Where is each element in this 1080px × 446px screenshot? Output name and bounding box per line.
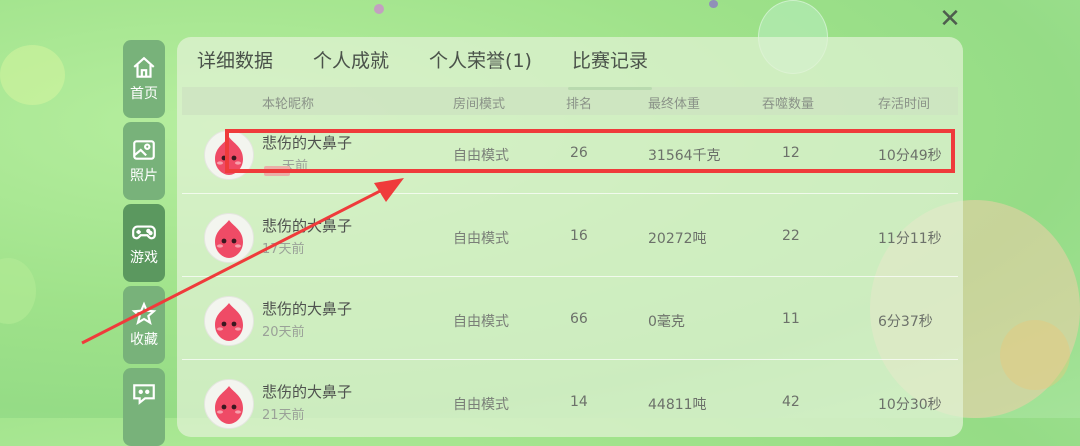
row-divider bbox=[182, 193, 958, 194]
header-room-mode: 房间模式 bbox=[453, 97, 506, 112]
row-weight: 44811吨 bbox=[648, 397, 707, 413]
row-mode: 自由模式 bbox=[453, 314, 509, 330]
close-icon[interactable]: ✕ bbox=[934, 6, 966, 32]
header-nickname: 本轮昵称 bbox=[262, 97, 315, 112]
row-days-ago: 17天前 bbox=[262, 242, 305, 257]
row-mode: 自由模式 bbox=[453, 397, 509, 413]
row-nickname: 悲伤的大鼻子 bbox=[262, 217, 353, 235]
row-time: 6分37秒 bbox=[878, 314, 933, 330]
row-time: 11分11秒 bbox=[878, 231, 942, 247]
tab-honors[interactable]: 个人荣誉(1) bbox=[429, 49, 532, 83]
tab-bar: 详细数据 个人成就 个人荣誉(1) 比赛记录 bbox=[197, 49, 688, 90]
header-eat-count: 吞噬数量 bbox=[762, 97, 815, 112]
row-mode: 自由模式 bbox=[453, 231, 509, 247]
gamepad-icon bbox=[132, 225, 156, 240]
row-eat-count: 11 bbox=[782, 311, 800, 327]
row-rank: 66 bbox=[570, 311, 588, 327]
sidebar-item-label: 首页 bbox=[130, 86, 158, 102]
bg-bubble bbox=[0, 258, 36, 324]
row-time: 10分30秒 bbox=[878, 397, 942, 413]
sidebar-item-home[interactable]: 首页 bbox=[123, 40, 165, 118]
tab-match-records[interactable]: 比赛记录 bbox=[567, 49, 652, 90]
avatar bbox=[204, 379, 254, 429]
star-icon bbox=[131, 301, 157, 325]
bg-bubble bbox=[0, 45, 65, 105]
header-rank: 排名 bbox=[566, 97, 593, 112]
row-nickname: 悲伤的大鼻子 bbox=[262, 383, 353, 401]
row-days-ago: 20天前 bbox=[262, 325, 305, 340]
sidebar-item-game[interactable]: 游戏 bbox=[123, 204, 165, 282]
bg-dot bbox=[374, 4, 384, 14]
row-eat-count: 22 bbox=[782, 228, 800, 244]
row-weight: 20272吨 bbox=[648, 231, 707, 247]
bg-bubble bbox=[1000, 320, 1070, 390]
row-eat-count: 42 bbox=[782, 394, 800, 410]
sidebar-item-photo[interactable]: 照片 bbox=[123, 122, 165, 200]
home-icon bbox=[133, 56, 155, 78]
table-header: 本轮昵称 房间模式 排名 最终体重 吞噬数量 存活时间 bbox=[182, 87, 958, 115]
table-row[interactable]: 悲伤的大鼻子 17天前 自由模式 16 20272吨 22 11分11秒 bbox=[182, 195, 958, 277]
header-final-weight: 最终体重 bbox=[648, 97, 701, 112]
highlight-box bbox=[225, 129, 955, 173]
row-rank: 14 bbox=[570, 394, 588, 410]
avatar bbox=[204, 213, 254, 263]
sidebar-item-label: 照片 bbox=[130, 168, 158, 184]
row-nickname: 悲伤的大鼻子 bbox=[262, 300, 353, 318]
sidebar-item-label: 游戏 bbox=[130, 250, 158, 266]
sidebar-item-favorite[interactable]: 收藏 bbox=[123, 286, 165, 364]
tab-achievements[interactable]: 个人成就 bbox=[313, 49, 389, 83]
header-survival-time: 存活时间 bbox=[878, 97, 931, 112]
row-divider bbox=[182, 359, 958, 360]
row-divider bbox=[182, 276, 958, 277]
avatar bbox=[204, 296, 254, 346]
table-row[interactable]: 悲伤的大鼻子 21天前 自由模式 14 44811吨 42 10分30秒 bbox=[182, 361, 958, 443]
table-row[interactable]: 悲伤的大鼻子 20天前 自由模式 66 0毫克 11 6分37秒 bbox=[182, 278, 958, 360]
row-days-ago: 21天前 bbox=[262, 408, 305, 423]
row-rank: 16 bbox=[570, 228, 588, 244]
chat-icon bbox=[133, 384, 155, 405]
bg-dot bbox=[709, 0, 718, 8]
tab-detail-data[interactable]: 详细数据 bbox=[197, 49, 273, 83]
row-weight: 0毫克 bbox=[648, 314, 685, 330]
sidebar-item-label: 收藏 bbox=[130, 332, 158, 348]
records-panel: 详细数据 个人成就 个人荣誉(1) 比赛记录 本轮昵称 房间模式 排名 最终体重… bbox=[177, 37, 963, 437]
photo-icon bbox=[133, 140, 155, 160]
sidebar-item-message[interactable] bbox=[123, 368, 165, 446]
